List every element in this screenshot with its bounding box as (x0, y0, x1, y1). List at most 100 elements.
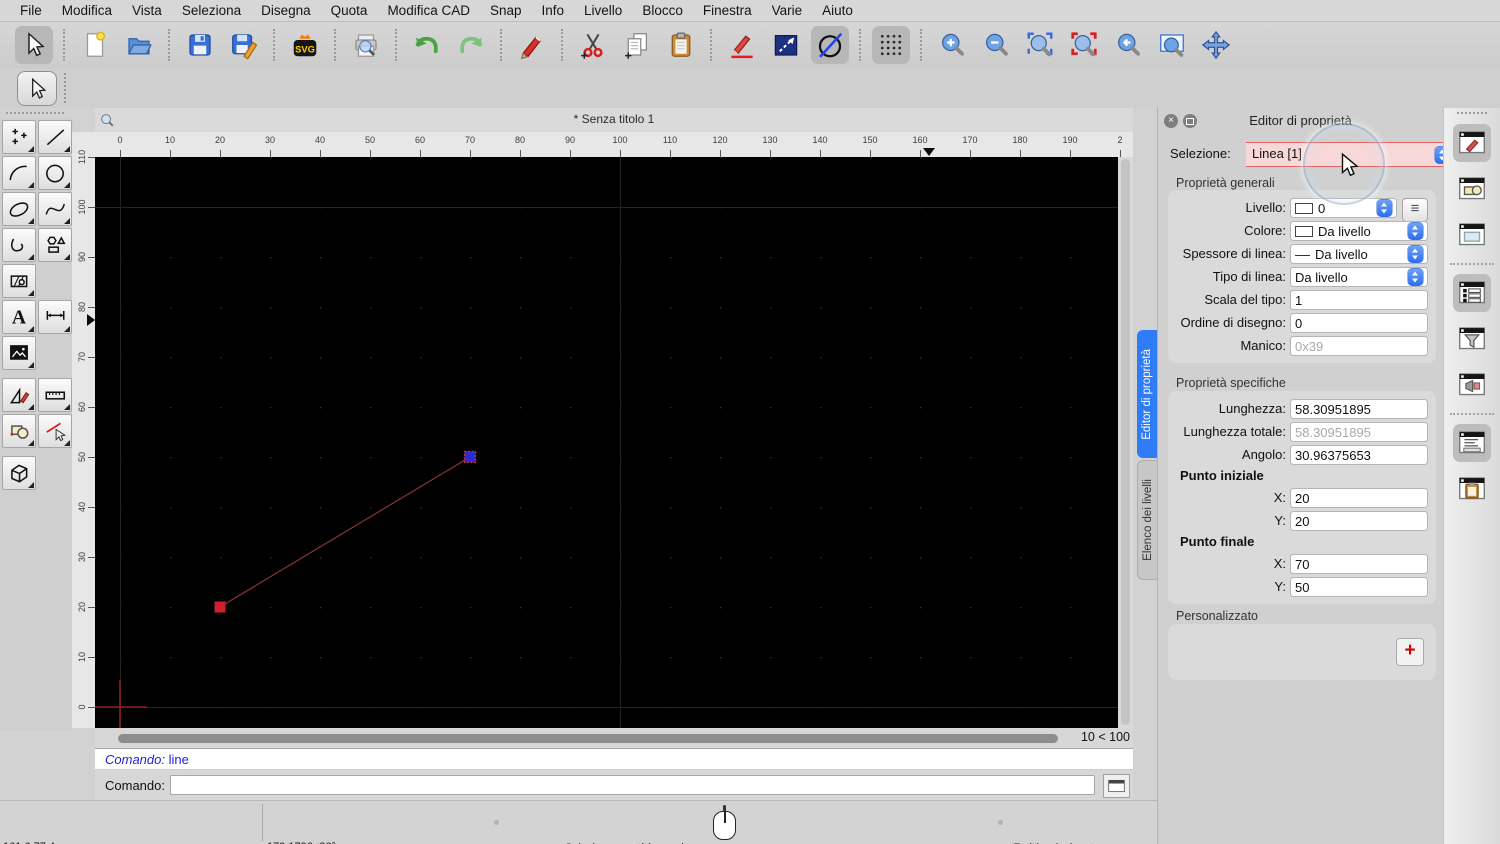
clipboard-panel-toggle[interactable] (1453, 470, 1491, 508)
menu-modifica-cad[interactable]: Modifica CAD (377, 0, 480, 22)
combo-livello[interactable]: 0 (1290, 197, 1397, 218)
tool-circle-button[interactable] (38, 156, 72, 190)
tool-block-button[interactable] (2, 414, 36, 448)
combo-tipo-di-linea[interactable]: Da livello (1290, 266, 1428, 287)
tool-edit-entity-button[interactable] (38, 414, 72, 448)
undo-button[interactable] (408, 26, 446, 64)
cut-button[interactable] (574, 26, 612, 64)
input-lunghezza-totale[interactable]: 58.30951895 (1290, 421, 1428, 442)
interrupt-button[interactable] (811, 26, 849, 64)
tool-measure-button[interactable] (38, 378, 72, 412)
input-scala-del-tipo[interactable]: 1 (1290, 289, 1428, 310)
layer-menu-button[interactable]: ≡ (1402, 197, 1428, 222)
grid-toggle-button[interactable] (872, 26, 910, 64)
selection-dropdown[interactable]: Linea [1] (1246, 142, 1454, 167)
draw-order-button[interactable] (723, 26, 761, 64)
menu-vista[interactable]: Vista (122, 0, 172, 22)
menu-blocco[interactable]: Blocco (632, 0, 693, 22)
tool-line-button[interactable] (38, 120, 72, 154)
stepper-icon[interactable] (1408, 222, 1423, 239)
selection-mode-button[interactable] (17, 71, 57, 106)
menu-quota[interactable]: Quota (321, 0, 378, 22)
zoom-selection-button[interactable] (1065, 26, 1103, 64)
stepper-icon[interactable] (1377, 199, 1392, 216)
print-preview-button[interactable] (347, 26, 385, 64)
menu-info[interactable]: Info (532, 0, 575, 22)
svg-export-button[interactable]: SVG (286, 26, 324, 64)
block-list-panel-toggle[interactable] (1453, 170, 1491, 208)
stepper-icon[interactable] (1408, 245, 1423, 262)
save-as-button[interactable] (225, 26, 263, 64)
zoom-in-button[interactable] (933, 26, 971, 64)
selection-filter-panel-toggle[interactable] (1453, 320, 1491, 358)
drawing-canvas[interactable] (93, 157, 1118, 734)
zoom-out-button[interactable] (977, 26, 1015, 64)
input-manico[interactable]: 0x39 (1290, 335, 1428, 356)
selected-line-entity[interactable] (219, 456, 471, 608)
tool-dimension-button[interactable] (38, 300, 72, 334)
command-line-panel-toggle[interactable] (1453, 424, 1491, 462)
combo-colore[interactable]: Da livello (1290, 220, 1428, 241)
zoom-auto-button[interactable] (1021, 26, 1059, 64)
tab-property-editor[interactable]: Editor di proprietà (1137, 330, 1157, 458)
eraser-button[interactable] (513, 26, 551, 64)
zoom-previous-button[interactable] (1109, 26, 1147, 64)
input-x[interactable]: 20 (1290, 487, 1428, 508)
horizontal-scrollbar-thumb[interactable] (118, 734, 1058, 743)
command-input[interactable] (170, 775, 1095, 795)
combo-spessore-di-linea[interactable]: Da livello (1290, 243, 1428, 264)
tool-polygon-button[interactable] (38, 228, 72, 262)
new-file-button[interactable] (76, 26, 114, 64)
add-custom-property-button[interactable]: + (1396, 638, 1424, 666)
save-button[interactable] (181, 26, 219, 64)
vertical-scrollbar[interactable] (1118, 157, 1133, 728)
tab-layer-list[interactable]: Elenco dei livelli (1137, 460, 1157, 580)
tool-image-button[interactable] (2, 336, 36, 370)
tool-modify-button[interactable] (2, 378, 36, 412)
menu-finestra[interactable]: Finestra (693, 0, 762, 22)
property-editor-panel-toggle[interactable] (1453, 124, 1491, 162)
menu-modifica[interactable]: Modifica (52, 0, 122, 22)
panel-title: Editor di proprietà (1249, 113, 1352, 128)
open-file-button[interactable] (120, 26, 158, 64)
tool-points-button[interactable] (2, 120, 36, 154)
input-y[interactable]: 20 (1290, 510, 1428, 531)
menu-snap[interactable]: Snap (480, 0, 532, 22)
input-ordine-di-disegno[interactable]: 0 (1290, 312, 1428, 333)
pointer-button[interactable] (15, 26, 53, 64)
menu-varie[interactable]: Varie (762, 0, 813, 22)
horizontal-scrollbar[interactable] (95, 728, 1133, 748)
tool-solid-button[interactable] (2, 456, 36, 490)
tool-ellipse-button[interactable] (2, 192, 36, 226)
stepper-icon[interactable] (1408, 268, 1423, 285)
vertical-scrollbar-thumb[interactable] (1121, 159, 1130, 725)
tool-text-button[interactable]: A (2, 300, 36, 334)
view-list-panel-toggle[interactable] (1453, 366, 1491, 404)
tool-spline-button[interactable] (38, 192, 72, 226)
tool-polyline-button[interactable] (2, 228, 36, 262)
paste-button[interactable] (662, 26, 700, 64)
edit-selection-button[interactable] (767, 26, 805, 64)
tool-arc-button[interactable] (2, 156, 36, 190)
h-ruler-tick (1070, 150, 1071, 157)
input-y[interactable]: 50 (1290, 576, 1428, 597)
layer-list-panel-toggle[interactable] (1453, 274, 1491, 312)
line-start-reference-point[interactable] (214, 601, 226, 613)
input-lunghezza[interactable]: 58.30951895 (1290, 398, 1428, 419)
v-ruler-label: 80 (77, 302, 87, 313)
input-x[interactable]: 70 (1290, 553, 1428, 574)
menu-aiuto[interactable]: Aiuto (812, 0, 863, 22)
input-angolo[interactable]: 30.96375653 (1290, 444, 1428, 465)
copy-button[interactable] (618, 26, 656, 64)
command-window-toggle-button[interactable] (1103, 774, 1130, 798)
menu-file[interactable]: File (10, 0, 52, 22)
library-browser-panel-toggle[interactable] (1453, 216, 1491, 254)
zoom-window-button[interactable] (1153, 26, 1191, 64)
menu-disegna[interactable]: Disegna (251, 0, 321, 22)
menu-seleziona[interactable]: Seleziona (172, 0, 251, 22)
tool-hatch-button[interactable] (2, 264, 36, 298)
redo-button[interactable] (452, 26, 490, 64)
pan-button[interactable] (1197, 26, 1235, 64)
line-end-reference-point[interactable] (463, 450, 477, 464)
menu-livello[interactable]: Livello (574, 0, 632, 22)
